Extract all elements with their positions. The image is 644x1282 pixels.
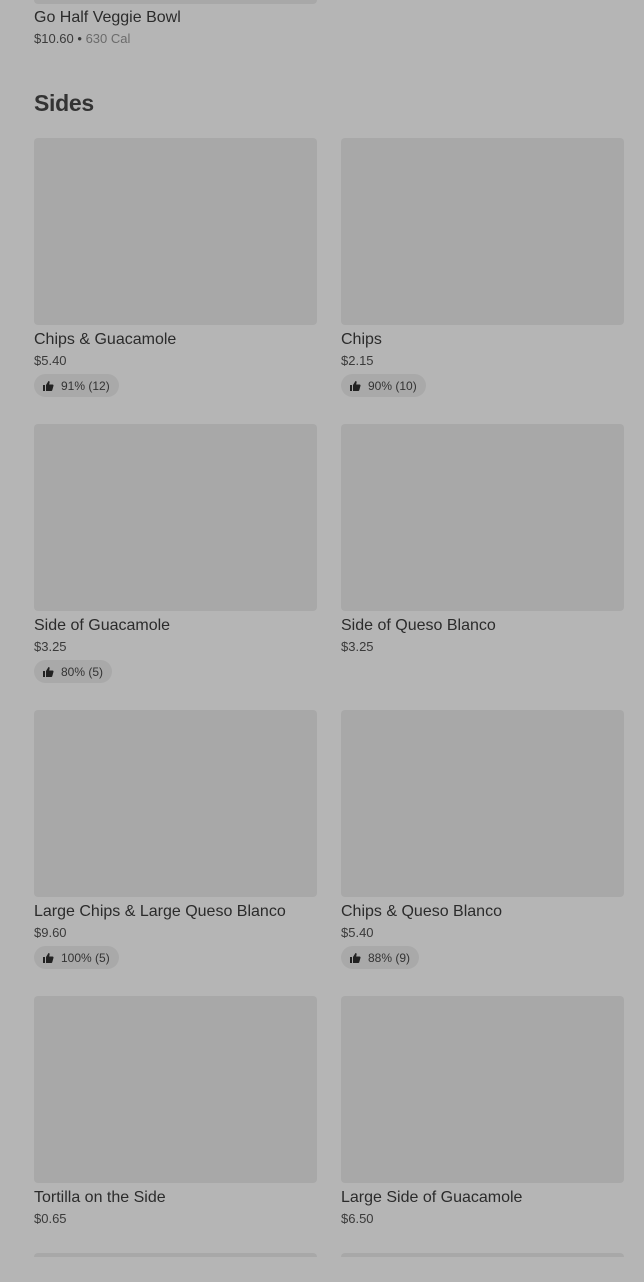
thumbs-up-icon	[43, 380, 54, 391]
rating-text: 90% (10)	[368, 378, 417, 393]
menu-row: Large Chips & Large Queso Blanco $9.60 1…	[34, 710, 624, 996]
menu-row: Chips & Guacamole $5.40 91% (12) Chips $…	[34, 138, 624, 424]
thumbs-up-icon	[350, 380, 361, 391]
menu-item-card[interactable]: Chips & Guacamole $5.40 91% (12)	[34, 138, 317, 424]
menu-item-card[interactable]: Chips $2.15 90% (10)	[341, 138, 624, 424]
item-image	[34, 138, 317, 325]
item-price: $10.60	[34, 31, 74, 46]
next-item-image-edge[interactable]	[34, 1253, 317, 1257]
item-name: Large Side of Guacamole	[341, 1189, 523, 1206]
menu-items-grid: Chips & Guacamole $5.40 91% (12) Chips $…	[34, 138, 624, 1282]
rating-badge: 88% (9)	[341, 946, 420, 969]
item-price: $3.25	[34, 639, 67, 654]
meta-separator: •	[77, 31, 82, 46]
item-image	[34, 710, 317, 897]
previous-item-image-edge[interactable]	[34, 0, 317, 4]
section-title: Sides	[34, 90, 94, 116]
item-price: $2.15	[341, 353, 374, 368]
item-meta: $10.60 • 630 Cal	[34, 31, 181, 46]
rating-badge: 91% (12)	[34, 374, 119, 397]
item-price: $5.40	[341, 925, 374, 940]
item-price: $6.50	[341, 1211, 374, 1226]
item-name: Side of Guacamole	[34, 617, 171, 634]
item-image	[34, 424, 317, 611]
rating-badge: 90% (10)	[341, 374, 426, 397]
item-name: Chips & Guacamole	[34, 331, 177, 348]
rating-text: 88% (9)	[368, 950, 411, 965]
menu-item-go-half-veggie-bowl[interactable]: Go Half Veggie Bowl $10.60 • 630 Cal	[34, 8, 181, 46]
menu-item-card[interactable]: Chips & Queso Blanco $5.40 88% (9)	[341, 710, 624, 996]
menu-item-card[interactable]: Tortilla on the Side $0.65	[34, 996, 317, 1282]
item-image	[341, 138, 624, 325]
item-price: $5.40	[34, 353, 67, 368]
item-name: Tortilla on the Side	[34, 1189, 166, 1206]
item-name: Chips & Queso Blanco	[341, 903, 502, 920]
menu-item-card[interactable]: Side of Guacamole $3.25 80% (5)	[34, 424, 317, 710]
rating-badge: 80% (5)	[34, 660, 113, 683]
item-image	[341, 424, 624, 611]
rating-badge: 100% (5)	[34, 946, 119, 969]
item-image	[341, 710, 624, 897]
menu-item-card[interactable]: Large Side of Guacamole $6.50	[341, 996, 624, 1282]
rating-text: 80% (5)	[61, 664, 104, 679]
rating-text: 91% (12)	[61, 378, 110, 393]
menu-item-card[interactable]: Large Chips & Large Queso Blanco $9.60 1…	[34, 710, 317, 996]
item-image	[341, 996, 624, 1183]
item-name: Chips	[341, 331, 382, 348]
item-price: $0.65	[34, 1211, 67, 1226]
item-name: Go Half Veggie Bowl	[34, 9, 181, 26]
item-name: Side of Queso Blanco	[341, 617, 496, 634]
thumbs-up-icon	[43, 666, 54, 677]
menu-row: Side of Guacamole $3.25 80% (5) Side of …	[34, 424, 624, 710]
menu-row: Tortilla on the Side $0.65 Large Side of…	[34, 996, 624, 1282]
next-item-image-edge[interactable]	[341, 1253, 624, 1257]
item-price: $3.25	[341, 639, 374, 654]
thumbs-up-icon	[43, 952, 54, 963]
item-image	[34, 996, 317, 1183]
item-name: Large Chips & Large Queso Blanco	[34, 903, 286, 920]
rating-text: 100% (5)	[61, 950, 110, 965]
thumbs-up-icon	[350, 952, 361, 963]
item-calories: 630 Cal	[85, 31, 131, 46]
menu-item-card[interactable]: Side of Queso Blanco $3.25	[341, 424, 624, 710]
item-price: $9.60	[34, 925, 67, 940]
